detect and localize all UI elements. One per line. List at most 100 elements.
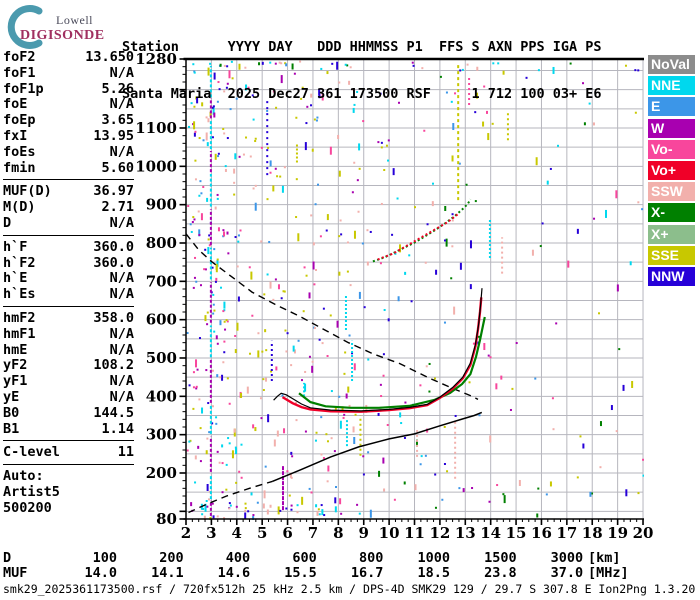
param-row-hmf2: hmF2 358.0 <box>3 309 134 327</box>
x-axis-label: 13 <box>455 524 476 542</box>
param-row-fmin: fmin 5.60 <box>3 159 134 177</box>
muf-value: 18.5 <box>417 565 450 581</box>
logo-text-lowell: Lowell <box>56 13 93 27</box>
distance-value: 1000 <box>417 550 450 566</box>
y-axis-label: 80 <box>156 510 177 528</box>
muf-value: 14.6 <box>217 565 251 581</box>
param-label: foF1 <box>3 64 36 81</box>
ionogram-viewer: 1280 1100 1000 900 800 700 600 500 400 300 200 80 2 3… <box>0 0 700 600</box>
param-row-ye: yE N/A <box>3 388 134 406</box>
x-axis-label: 4 <box>232 524 242 542</box>
param-row-b0: B0 144.5 <box>3 404 134 422</box>
param-row-hme: hmE N/A <box>3 341 134 359</box>
x-axis-label: 2 <box>181 524 191 542</box>
param-label: h`Es <box>3 286 36 303</box>
param-label: hmF2 <box>3 309 36 326</box>
station-header: Station YYYY DAY DDD HHMMSS P1 FFS S AXN… <box>122 9 602 133</box>
param-row-b1: B1 1.14 <box>3 421 134 438</box>
muf-row-label: MUF <box>3 565 28 581</box>
muf-value: 14.0 <box>84 565 117 581</box>
param-value: N/A <box>109 373 134 390</box>
param-value: 5.60 <box>101 159 134 176</box>
param-label: yF1 <box>3 373 28 390</box>
param-value: N/A <box>109 341 134 358</box>
y-axis-label: 700 <box>146 272 177 290</box>
param-label: foEs <box>3 143 36 160</box>
y-axis-label: 500 <box>146 349 177 367</box>
param-value: 13.650 <box>85 49 134 65</box>
param-row-hmf1: hmF1 N/A <box>3 325 134 343</box>
param-label: h`E <box>3 270 28 287</box>
legend-item-vo: Vo+ <box>648 160 695 180</box>
panel-separator <box>3 179 134 181</box>
y-axis-label: 900 <box>146 196 177 214</box>
param-value: 2.71 <box>101 199 134 216</box>
param-label: MUF(D) <box>3 183 52 200</box>
param-row-yf1: yF1 N/A <box>3 373 134 390</box>
x-axis-label: 18 <box>582 524 603 542</box>
param-label: M(D) <box>3 199 36 216</box>
x-axis-label: 15 <box>506 524 527 542</box>
param-value: 144.5 <box>93 404 134 421</box>
header-column-labels: Station YYYY DAY DDD HHMMSS P1 FFS S AXN… <box>122 39 602 55</box>
trace-second-hop-x-trace <box>372 198 472 263</box>
muf-value: 23.8 <box>484 565 517 581</box>
param-value: 108.2 <box>93 357 134 374</box>
logo-text-digisonde: DIGISONDE <box>20 28 105 43</box>
distance-unit: [km] <box>588 550 621 566</box>
panel-separator <box>3 440 134 442</box>
trace-topside-profile-extrapolation <box>185 233 479 401</box>
legend-item-ssw: SSW <box>648 182 695 202</box>
distance-value: 600 <box>292 550 317 566</box>
param-row-md: M(D) 2.71 <box>3 199 134 216</box>
param-value: 358.0 <box>93 309 134 326</box>
legend-item-vo: Vo- <box>648 139 695 159</box>
legend-item-e: E <box>648 97 695 117</box>
distance-value: 3000 <box>550 550 584 566</box>
param-value: 5.26 <box>101 80 134 97</box>
legend-item-noval: NoVal <box>648 55 695 74</box>
param-value: N/A <box>109 325 134 342</box>
y-axis-label: 800 <box>146 234 177 252</box>
param-row-fxi: fxI 13.95 <box>3 127 134 145</box>
param-row-d: D N/A <box>3 214 134 232</box>
param-label: h`F <box>3 238 28 255</box>
param-label: hmE <box>3 341 28 358</box>
param-row-yf2: yF2 108.2 <box>3 358 134 374</box>
legend-item-x: X+ <box>648 224 695 244</box>
lowell-digisonde-logo: Lowell DIGISONDE <box>4 4 119 49</box>
x-axis-label: 19 <box>607 524 628 542</box>
param-value: 11 <box>117 444 134 461</box>
param-label: yE <box>3 388 20 405</box>
param-row-fof1: foF1 N/A <box>3 64 134 82</box>
param-row-hf2: h`F2 360.0 <box>3 255 134 272</box>
muf-unit: [MHz] <box>588 565 629 581</box>
param-label: C-level <box>3 444 60 461</box>
param-label: foF1p <box>3 80 44 97</box>
color-legend: NoVal NNE E W Vo- Vo+ SSW X- X+ SSE NNW <box>648 55 696 288</box>
param-row-foep: foEp 3.65 <box>3 112 134 129</box>
x-axis-label: 7 <box>308 524 318 542</box>
distance-row-label: D <box>3 550 12 566</box>
param-row-foe: foE N/A <box>3 97 134 113</box>
param-row-fof2: foF2 13.650 <box>3 49 134 66</box>
param-row-clevel: C-level 11 <box>3 445 134 461</box>
x-axis-label: 14 <box>480 524 501 542</box>
x-axis-label: 16 <box>531 524 552 542</box>
param-row-mufd: MUF(D) 36.97 <box>3 184 134 200</box>
header-station-values: Santa Maria 2025 Dec27 361 173500 RSF 1 … <box>122 85 602 102</box>
x-axis-label: 12 <box>429 524 450 542</box>
x-axis-label: 11 <box>404 524 425 542</box>
param-row-he: h`E N/A <box>3 271 134 287</box>
param-value: 360.0 <box>93 238 134 255</box>
legend-item-nne: NNE <box>648 76 695 96</box>
param-value: N/A <box>109 96 134 113</box>
trace-o-trace-measured <box>281 297 483 413</box>
param-label: fxI <box>3 127 28 144</box>
x-axis-label: 6 <box>282 524 292 542</box>
panel-separator <box>3 305 134 307</box>
autoscaling-info-line: Artist5 <box>3 483 60 500</box>
param-value: 13.95 <box>93 127 134 144</box>
param-label: D <box>3 214 12 231</box>
x-axis-label: 3 <box>206 524 216 542</box>
